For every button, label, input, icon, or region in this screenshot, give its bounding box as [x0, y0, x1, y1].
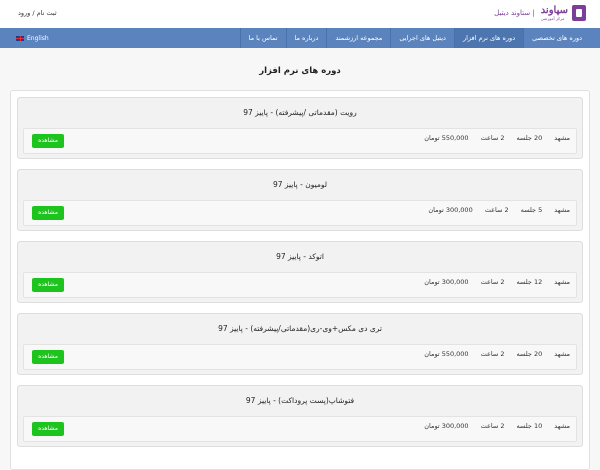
nav-item-executive-details[interactable]: دیتیل های اجرایی — [390, 28, 454, 48]
course-city: مشهد — [554, 278, 570, 286]
course-sessions: 20 جلسه — [516, 134, 543, 142]
nav-item-software-courses[interactable]: دوره های نرم افزار — [453, 28, 524, 48]
course-card: لومیون - پاییز 97 مشهد 5 جلسه 2 ساعت 300… — [17, 169, 583, 231]
nav-item-specialized-courses[interactable]: دوره های تخصصی — [523, 28, 590, 48]
site-logo[interactable]: سپاوند مرکز آموزشی | ستاوند دیتیل — [494, 5, 586, 21]
course-hours: 2 ساعت — [480, 350, 505, 358]
view-button[interactable]: مشاهده — [32, 278, 64, 292]
course-card: رویت (مقدماتی /پیشرفته) - پاییز 97 مشهد … — [17, 97, 583, 159]
course-info-row: مشهد 12 جلسه 2 ساعت 300,000 تومان مشاهده — [23, 272, 577, 298]
logo-main-text: سپاوند — [540, 4, 568, 16]
nav-item-valuable-collection[interactable]: مجموعه ارزشمند — [326, 28, 390, 48]
course-card: فتوشاپ(پست پروداکت) - پاییز 97 مشهد 10 ج… — [17, 385, 583, 447]
view-button[interactable]: مشاهده — [32, 422, 64, 436]
course-price: 300,000 تومان — [428, 206, 473, 214]
page-title: دوره های نرم افزار — [259, 66, 341, 76]
course-price: 300,000 تومان — [424, 422, 469, 430]
course-card: اتوکد - پاییز 97 مشهد 12 جلسه 2 ساعت 300… — [17, 241, 583, 303]
course-sessions: 12 جلسه — [516, 278, 543, 286]
course-city: مشهد — [554, 134, 570, 142]
auth-link[interactable]: ثبت نام / ورود — [18, 9, 57, 17]
course-sessions: 10 جلسه — [516, 422, 543, 430]
site-name: | ستاوند دیتیل — [494, 9, 535, 17]
course-card: تری دی مکس+وی-ری(مقدماتی/پیشرفته) - پایی… — [17, 313, 583, 375]
course-title: فتوشاپ(پست پروداکت) - پاییز 97 — [245, 396, 355, 405]
course-price: 550,000 تومان — [424, 134, 469, 142]
course-title: رویت (مقدماتی /پیشرفته) - پاییز 97 — [243, 108, 357, 117]
top-header: سپاوند مرکز آموزشی | ستاوند دیتیل ثبت نا… — [0, 0, 600, 28]
course-city: مشهد — [554, 422, 570, 430]
main-nav: دوره های تخصصی دوره های نرم افزار دیتیل … — [0, 28, 600, 48]
course-hours: 2 ساعت — [480, 134, 505, 142]
course-hours: 2 ساعت — [480, 278, 505, 286]
course-info-row: مشهد 10 جلسه 2 ساعت 300,000 تومان مشاهده — [23, 416, 577, 442]
language-switch[interactable]: English — [16, 28, 49, 48]
course-city: مشهد — [554, 350, 570, 358]
view-button[interactable]: مشاهده — [32, 134, 64, 148]
view-button[interactable]: مشاهده — [32, 350, 64, 364]
course-info-row: مشهد 20 جلسه 2 ساعت 550,000 تومان مشاهده — [23, 344, 577, 370]
logo-sub-text: مرکز آموزشی — [540, 15, 565, 21]
logo-icon — [572, 5, 586, 21]
view-button[interactable]: مشاهده — [32, 206, 64, 220]
nav-item-about[interactable]: درباره ما — [285, 28, 327, 48]
course-title: تری دی مکس+وی-ری(مقدماتی/پیشرفته) - پایی… — [218, 324, 382, 333]
course-price: 300,000 تومان — [424, 278, 469, 286]
course-list: رویت (مقدماتی /پیشرفته) - پاییز 97 مشهد … — [10, 90, 590, 470]
course-hours: 2 ساعت — [480, 422, 505, 430]
course-info-row: مشهد 20 جلسه 2 ساعت 550,000 تومان مشاهده — [23, 128, 577, 154]
course-price: 550,000 تومان — [424, 350, 469, 358]
course-sessions: 5 جلسه — [520, 206, 543, 214]
course-title: لومیون - پاییز 97 — [272, 180, 328, 189]
nav-item-contact[interactable]: تماس با ما — [239, 28, 286, 48]
course-title: اتوکد - پاییز 97 — [276, 252, 324, 261]
uk-flag-icon — [16, 35, 24, 41]
course-hours: 2 ساعت — [484, 206, 509, 214]
course-city: مشهد — [554, 206, 570, 214]
language-label: English — [27, 34, 49, 42]
course-info-row: مشهد 5 جلسه 2 ساعت 300,000 تومان مشاهده — [23, 200, 577, 226]
course-sessions: 20 جلسه — [516, 350, 543, 358]
